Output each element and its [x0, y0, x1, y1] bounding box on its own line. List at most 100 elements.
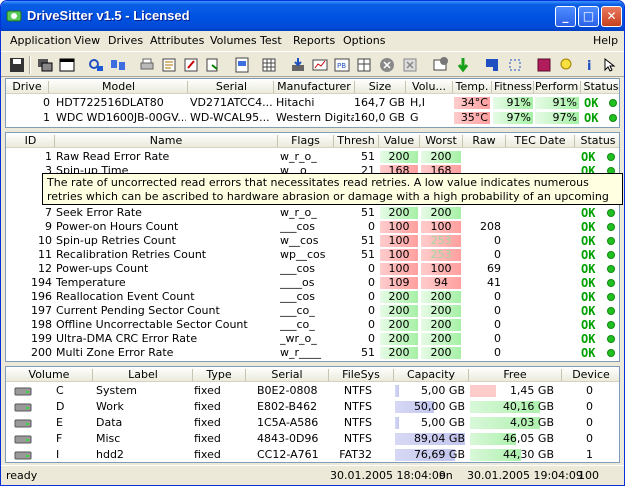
status-ok-icon	[607, 153, 615, 161]
info-icon[interactable]: i	[581, 56, 599, 74]
attribute-row[interactable]: 11 Recalibration Retries Count wp__cos 5…	[6, 248, 619, 262]
drive-window-icon[interactable]	[58, 56, 76, 74]
col-name[interactable]: Name	[56, 134, 276, 147]
col-model[interactable]: Model	[51, 80, 186, 93]
close-button[interactable]: ✕	[601, 6, 622, 27]
hard-drive-icon	[14, 387, 32, 396]
attribute-row[interactable]: 12 Power-ups Count ___cos 0 100 100 69 O…	[6, 262, 619, 276]
col-serial[interactable]: Serial	[189, 80, 274, 93]
minimize-button[interactable]: _	[555, 6, 576, 27]
attribute-row[interactable]: 199 Ultra-DMA CRC Error Rate _wr_o_ 0 20…	[6, 332, 619, 346]
col-value[interactable]: Value	[380, 134, 418, 147]
col-fitness[interactable]: Fitness	[493, 80, 533, 93]
download-test-icon[interactable]	[289, 56, 307, 74]
col-volume[interactable]: Volume	[8, 368, 90, 381]
col-id[interactable]: ID	[8, 134, 53, 147]
attr-value: 109	[388, 276, 410, 289]
minimize-to-tray-icon[interactable]	[483, 56, 501, 74]
menu-attributes[interactable]: Attributes	[150, 34, 204, 47]
col-type[interactable]: Type	[194, 368, 244, 381]
drive-model: WDC WD1600JB-00GV...	[56, 111, 186, 124]
volume-filesys: NTFS	[343, 416, 372, 429]
attr-flags: w_r_o_	[280, 150, 317, 163]
network-icon[interactable]	[109, 56, 127, 74]
col-attr-status[interactable]: Status	[576, 134, 619, 147]
col-drive-status[interactable]: Status	[582, 80, 619, 93]
volume-row[interactable]: I hdd2 fixed CC12-A761 FAT32 76,69 GB 44…	[6, 448, 619, 462]
menu-reports[interactable]: Reports	[293, 34, 335, 47]
attribute-row[interactable]: 1 Raw Read Error Rate w_r_o_ 51 200 200 …	[6, 150, 619, 164]
attribute-row[interactable]: 198 Offline Uncorrectable Sector Count _…	[6, 318, 619, 332]
cancel-icon[interactable]	[401, 56, 419, 74]
col-size[interactable]: Size	[356, 80, 404, 93]
attribute-row[interactable]: 194 Temperature ____os 0 109 94 41 OK	[6, 276, 619, 290]
col-manufacturer[interactable]: Manufacturer	[275, 80, 353, 93]
copy-attributes-icon[interactable]	[204, 56, 222, 74]
attr-status: OK	[581, 332, 596, 346]
drive-index: 0	[43, 96, 50, 109]
col-label[interactable]: Label	[94, 368, 192, 381]
volume-row[interactable]: C System fixed B0E2-0808 NTFS 5,00 GB 1,…	[6, 384, 619, 398]
maximize-button[interactable]: □	[578, 6, 599, 27]
attribute-row[interactable]: 10 Spin-up Retries Count w__cos 51 100 2…	[6, 234, 619, 248]
menu-drives[interactable]: Drives	[108, 34, 143, 47]
volume-row[interactable]: E Data fixed 1C5A-A586 NTFS 5,00 GB 4,03…	[6, 416, 619, 430]
attr-tec-date	[509, 248, 573, 262]
drive-status: OK	[584, 96, 599, 110]
volume-row[interactable]: D Work fixed E802-B462 NTFS 50,00 GB 40,…	[6, 400, 619, 414]
col-perform[interactable]: Perform.	[535, 80, 579, 93]
drive-list-icon[interactable]	[36, 56, 54, 74]
stop-icon[interactable]	[378, 56, 396, 74]
volume-capacity: 50,00 GB	[413, 400, 465, 413]
printer-icon[interactable]	[138, 56, 156, 74]
col-volumes[interactable]: Volu...	[407, 80, 451, 93]
col-free[interactable]: Free	[470, 368, 560, 381]
attribute-row[interactable]: 196 Reallocation Event Count ___cos 0 20…	[6, 290, 619, 304]
col-raw[interactable]: Raw	[464, 134, 504, 147]
grid-view-icon[interactable]	[260, 56, 278, 74]
attribute-row[interactable]: 200 Multi Zone Error Rate w_r____ 51 200…	[6, 346, 619, 360]
col-filesys[interactable]: FileSys	[330, 368, 392, 381]
menu-view[interactable]: View	[74, 34, 100, 47]
title-bar[interactable]: DriveSitter v1.5 - Licensed _ □ ✕	[1, 1, 624, 31]
menu-bar: Application View Drives Attributes Volum…	[1, 31, 624, 50]
attribute-row[interactable]: 9 Power-on Hours Count ___cos 0 100 100 …	[6, 220, 619, 234]
book-icon[interactable]	[535, 56, 553, 74]
volume-row[interactable]: F Misc fixed 4843-0D96 NTFS 89,04 GB 46,…	[6, 432, 619, 446]
edit-attributes-icon[interactable]	[182, 56, 200, 74]
col-device[interactable]: Device	[563, 368, 619, 381]
drive-row[interactable]: 1 WDC WD1600JB-00GV... WD-WCAL95... West…	[6, 111, 619, 125]
down-arrow-icon[interactable]	[454, 56, 472, 74]
menu-application[interactable]: Application	[10, 34, 71, 47]
attribute-row[interactable]: 7 Seek Error Rate w_r_o_ 51 200 200 OK	[6, 206, 619, 220]
attr-raw	[464, 206, 501, 220]
volume-letter: D	[56, 400, 65, 413]
attribute-row[interactable]: 197 Current Pending Sector Count ___co_ …	[6, 304, 619, 318]
menu-volumes[interactable]: Volumes	[210, 34, 257, 47]
col-vol-serial[interactable]: Serial	[247, 368, 327, 381]
drive-row[interactable]: 0 HDT722516DLAT80 VD271ATCC4... Hitachi …	[6, 96, 619, 110]
menu-options[interactable]: Options	[343, 34, 385, 47]
col-worst[interactable]: Worst	[421, 134, 461, 147]
attr-raw: 0	[494, 332, 501, 345]
col-flags[interactable]: Flags	[279, 134, 332, 147]
benchmark-icon[interactable]	[311, 56, 329, 74]
col-temp[interactable]: Temp.	[454, 80, 490, 93]
save-icon[interactable]	[8, 56, 26, 74]
search-drives-icon[interactable]	[87, 56, 105, 74]
help-search-icon[interactable]	[558, 56, 576, 74]
volume-info-icon[interactable]	[233, 56, 251, 74]
whats-this-icon[interactable]	[601, 56, 619, 74]
volume-free: 4,03 GB	[509, 416, 554, 429]
col-thresh[interactable]: Thresh	[335, 134, 377, 147]
resize-icon[interactable]	[506, 56, 524, 74]
menu-test[interactable]: Test	[260, 34, 282, 47]
col-capacity[interactable]: Capacity	[395, 368, 467, 381]
table-view-icon[interactable]	[355, 56, 373, 74]
attribute-report-icon[interactable]	[160, 56, 178, 74]
settings-icon[interactable]	[432, 56, 450, 74]
col-tec-date[interactable]: TEC Date	[507, 134, 573, 147]
performance-icon[interactable]: PB	[333, 56, 351, 74]
col-drive[interactable]: Drive	[8, 80, 46, 93]
menu-help[interactable]: Help	[593, 34, 618, 47]
